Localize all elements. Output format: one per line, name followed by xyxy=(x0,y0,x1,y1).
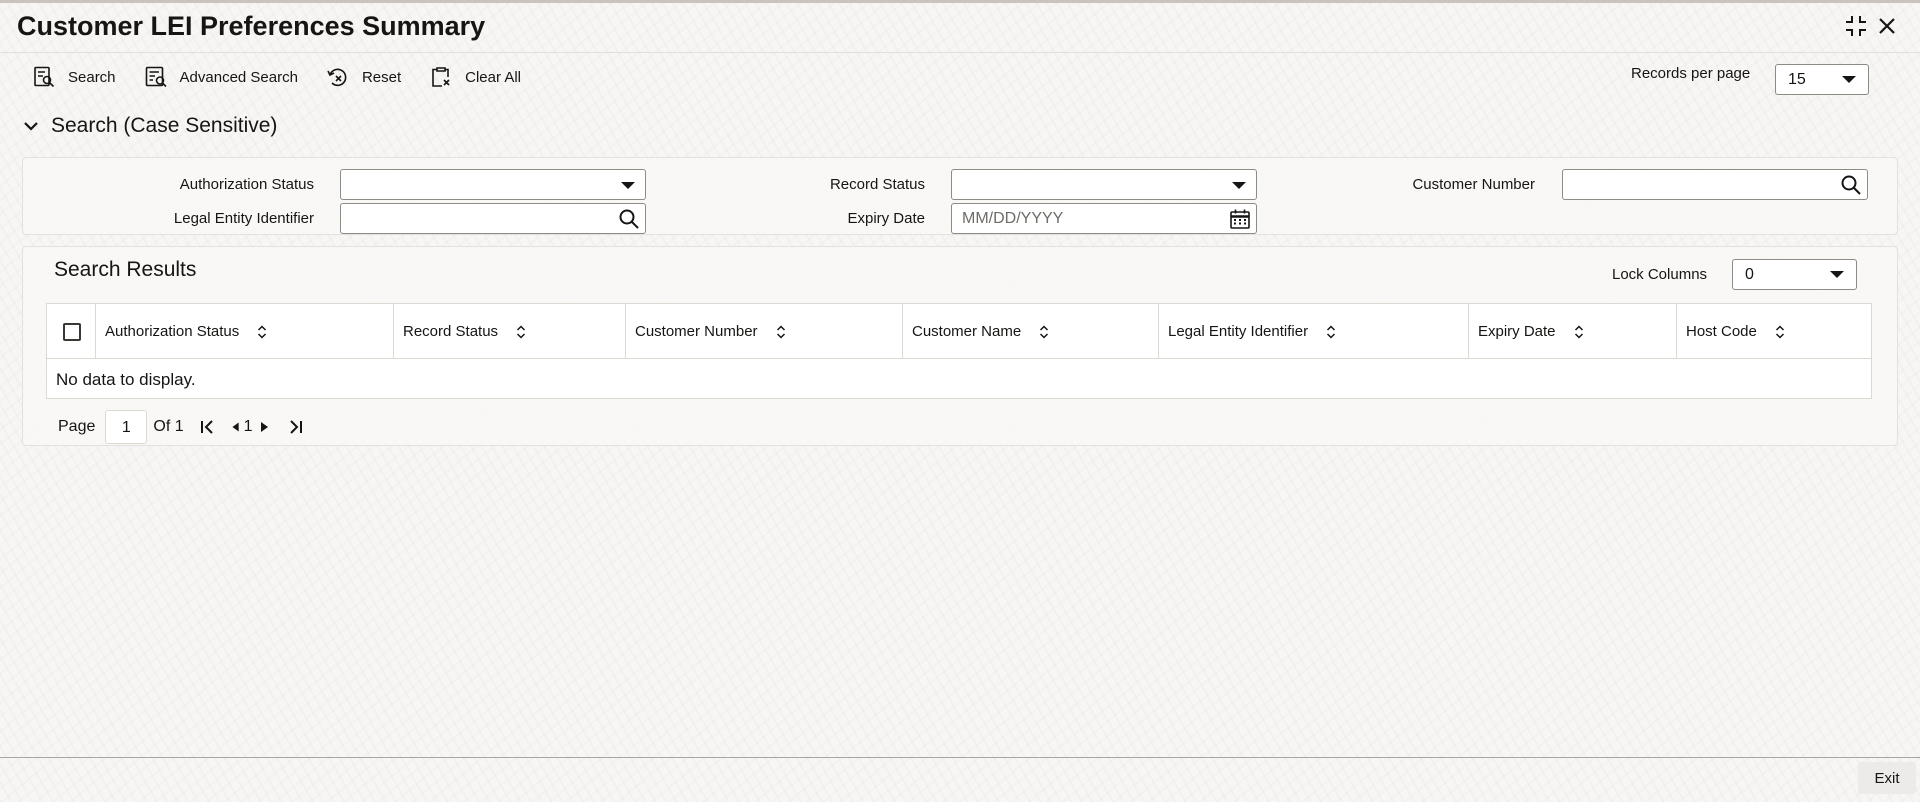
results-table: Authorization Status Record Status Custo… xyxy=(46,303,1872,399)
page-count-label: Of 1 xyxy=(153,418,184,435)
lock-columns-value: 0 xyxy=(1745,265,1754,283)
column-header-label: Expiry Date xyxy=(1478,323,1556,340)
legal-entity-identifier-input[interactable] xyxy=(341,204,617,233)
column-header-authorization-status[interactable]: Authorization Status xyxy=(95,304,393,359)
search-button[interactable]: Search xyxy=(32,65,116,89)
page-number-input[interactable]: 1 xyxy=(105,410,148,444)
clear-all-button[interactable]: Clear All xyxy=(429,65,521,89)
page-title: Customer LEI Preferences Summary xyxy=(17,11,486,41)
next-page-icon[interactable] xyxy=(253,415,275,439)
chevron-down-icon xyxy=(621,182,635,189)
column-header-label: Customer Number xyxy=(635,323,758,340)
sort-icon[interactable] xyxy=(1039,324,1049,339)
column-header-customer-number[interactable]: Customer Number xyxy=(625,304,902,359)
advanced-search-icon xyxy=(145,66,167,88)
expiry-date-input[interactable] xyxy=(952,204,1228,233)
customer-number-field[interactable] xyxy=(1562,169,1868,200)
legal-entity-identifier-label: Legal Entity Identifier xyxy=(173,210,314,227)
chevron-down-icon xyxy=(24,122,38,131)
footer-divider xyxy=(0,757,1920,758)
exit-button[interactable]: Exit xyxy=(1858,762,1916,794)
sort-icon[interactable] xyxy=(1574,324,1584,339)
current-page-number: 1 xyxy=(243,418,253,435)
reset-button[interactable]: Reset xyxy=(326,65,401,89)
sort-icon[interactable] xyxy=(516,324,526,339)
authorization-status-value xyxy=(341,170,617,199)
lock-columns-label: Lock Columns xyxy=(1612,266,1708,283)
record-status-value xyxy=(952,170,1228,199)
clear-all-button-label: Clear All xyxy=(465,68,521,86)
close-icon[interactable] xyxy=(1875,14,1899,38)
toolbar: Search Advanced Search Reset Clear All xyxy=(32,64,549,90)
search-section-toggle[interactable]: Search (Case Sensitive) xyxy=(22,114,277,138)
title-divider xyxy=(0,52,1920,53)
page-label: Page xyxy=(58,418,96,435)
magnifier-icon[interactable] xyxy=(1840,174,1862,196)
column-header-label: Authorization Status xyxy=(105,323,240,340)
records-per-page-select[interactable]: 15 xyxy=(1775,64,1869,95)
search-results-title: Search Results xyxy=(54,258,197,281)
search-doc-icon xyxy=(34,66,55,88)
empty-table-message: No data to display. xyxy=(56,370,196,389)
lock-columns-select[interactable]: 0 xyxy=(1732,259,1857,290)
sort-icon[interactable] xyxy=(1775,324,1785,339)
column-header-customer-name[interactable]: Customer Name xyxy=(902,304,1158,359)
clear-all-icon xyxy=(432,67,450,87)
search-criteria-panel: Authorization Status Record Status Custo… xyxy=(22,157,1898,235)
authorization-status-label: Authorization Status xyxy=(179,176,314,193)
record-status-label: Record Status xyxy=(829,176,925,193)
column-header-legal-entity-identifier[interactable]: Legal Entity Identifier xyxy=(1158,304,1468,359)
column-header-label: Customer Name xyxy=(912,323,1022,340)
column-header-label: Record Status xyxy=(403,323,499,340)
column-header-record-status[interactable]: Record Status xyxy=(393,304,625,359)
search-section-title: Search (Case Sensitive) xyxy=(51,114,278,137)
expiry-date-label: Expiry Date xyxy=(847,210,925,227)
advanced-search-button[interactable]: Advanced Search xyxy=(144,65,298,89)
search-button-label: Search xyxy=(68,68,116,86)
expiry-date-field[interactable] xyxy=(951,203,1257,234)
calendar-icon[interactable] xyxy=(1229,208,1251,230)
customer-number-input[interactable] xyxy=(1563,170,1839,199)
records-per-page-value: 15 xyxy=(1788,70,1806,88)
chevron-down-icon xyxy=(1232,182,1246,189)
records-per-page-label: Records per page xyxy=(1631,65,1751,82)
customer-number-label: Customer Number xyxy=(1412,176,1535,193)
column-header-label: Legal Entity Identifier xyxy=(1168,323,1309,340)
column-header-label: Host Code xyxy=(1686,323,1757,340)
sort-icon[interactable] xyxy=(257,324,267,339)
select-all-checkbox[interactable] xyxy=(63,323,81,341)
chevron-down-icon xyxy=(1830,271,1844,278)
last-page-icon[interactable] xyxy=(283,415,307,439)
advanced-search-button-label: Advanced Search xyxy=(179,68,298,86)
authorization-status-select[interactable] xyxy=(340,169,646,200)
table-header: Authorization Status Record Status Custo… xyxy=(47,304,1871,359)
magnifier-icon[interactable] xyxy=(618,208,640,230)
column-header-expiry-date[interactable]: Expiry Date xyxy=(1468,304,1676,359)
reset-button-label: Reset xyxy=(361,68,402,86)
reset-icon xyxy=(327,68,347,87)
record-status-select[interactable] xyxy=(951,169,1257,200)
first-page-icon[interactable] xyxy=(196,415,220,439)
pagination: Page 1 Of 1 1 xyxy=(58,410,307,444)
legal-entity-identifier-field[interactable] xyxy=(340,203,646,234)
chevron-down-icon xyxy=(1842,76,1856,83)
sort-icon[interactable] xyxy=(1326,324,1336,339)
minimize-icon[interactable] xyxy=(1844,14,1868,38)
column-header-host-code[interactable]: Host Code xyxy=(1676,304,1871,359)
sort-icon[interactable] xyxy=(776,324,786,339)
top-strip xyxy=(0,0,1920,3)
previous-page-icon[interactable] xyxy=(228,415,244,439)
